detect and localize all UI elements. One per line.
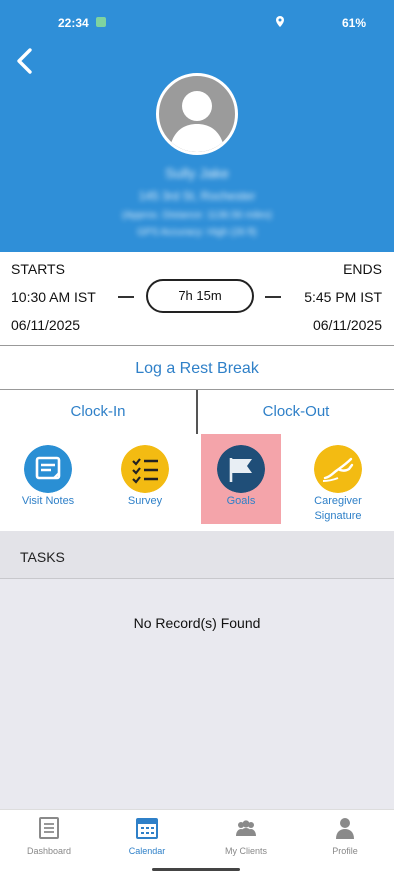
flag-icon [217, 445, 265, 493]
visit-notes-button[interactable]: Visit Notes [8, 434, 88, 524]
gps-accuracy: GPS Accuracy: High (26 ft) [137, 227, 257, 238]
location-icon [276, 16, 284, 27]
calendar-icon [136, 818, 158, 839]
checklist-icon [121, 445, 169, 493]
tasks-title: TASKS [20, 549, 65, 565]
end-time: 5:45 PM IST [304, 289, 382, 305]
visit-notes-label: Visit Notes [21, 495, 75, 507]
notification-icon [96, 17, 106, 27]
status-time: 22:34 [58, 16, 89, 30]
visit-actions: Visit Notes Survey Goals Caregiver Signa… [0, 434, 394, 530]
clock-in-button[interactable]: Clock-In [0, 390, 196, 434]
client-address: 145 3rd St, Rochester [138, 189, 256, 203]
person-silhouette-icon [169, 91, 225, 152]
starts-label: STARTS [11, 261, 65, 277]
client-name: Sully Jake [165, 165, 229, 181]
duration-pill: 7h 15m [146, 279, 254, 313]
tasks-header: TASKS [0, 531, 394, 579]
bottom-navigation: Dashboard Calendar My Clients Profile [0, 809, 394, 872]
profile-icon [336, 818, 354, 839]
clients-icon [236, 820, 256, 836]
dashboard-icon [39, 817, 59, 839]
tasks-section: TASKS No Record(s) Found [0, 531, 394, 809]
status-battery: 61% [341, 16, 366, 30]
start-time: 10:30 AM IST [11, 289, 96, 305]
nav-calendar[interactable]: Calendar [98, 810, 196, 872]
nav-dashboard[interactable]: Dashboard [0, 810, 98, 872]
survey-label: Survey [127, 495, 163, 507]
client-header: 22:34 61% Sully Jake 145 3rd St, Rochest… [0, 0, 394, 252]
nav-profile[interactable]: Profile [296, 810, 394, 872]
nav-profile-label: Profile [332, 846, 358, 856]
start-dash [118, 296, 134, 298]
survey-button[interactable]: Survey [105, 434, 185, 524]
client-avatar [156, 73, 238, 155]
goals-button[interactable]: Goals [201, 434, 281, 524]
nav-dashboard-label: Dashboard [26, 846, 72, 856]
empty-tasks-message: No Record(s) Found [133, 615, 261, 631]
nav-my-clients[interactable]: My Clients [197, 810, 295, 872]
goals-label: Goals [226, 495, 256, 507]
notes-icon [24, 445, 72, 493]
log-rest-break-button[interactable]: Log a Rest Break [0, 346, 394, 389]
nav-my-clients-label: My Clients [224, 846, 267, 856]
end-dash [265, 296, 281, 298]
back-arrow-icon[interactable] [12, 44, 38, 78]
client-distance: (Approx. Distance: 1136.56 miles) [122, 210, 272, 221]
start-date: 06/11/2025 [11, 317, 81, 333]
status-bar: 22:34 61% [0, 13, 394, 33]
caregiver-signature-label: Caregiver Signature [314, 495, 362, 522]
signature-hand-icon [314, 445, 362, 493]
end-date: 06/11/2025 [312, 317, 382, 333]
nav-calendar-label: Calendar [128, 846, 166, 856]
clock-out-button[interactable]: Clock-Out [198, 390, 394, 434]
shift-times: STARTS ENDS 10:30 AM IST 7h 15m 5:45 PM … [0, 252, 394, 344]
home-indicator [152, 868, 240, 871]
ends-label: ENDS [343, 261, 382, 277]
caregiver-signature-button[interactable]: Caregiver Signature [298, 434, 378, 524]
visit-screen: 22:34 61% Sully Jake 145 3rd St, Rochest… [0, 0, 394, 872]
